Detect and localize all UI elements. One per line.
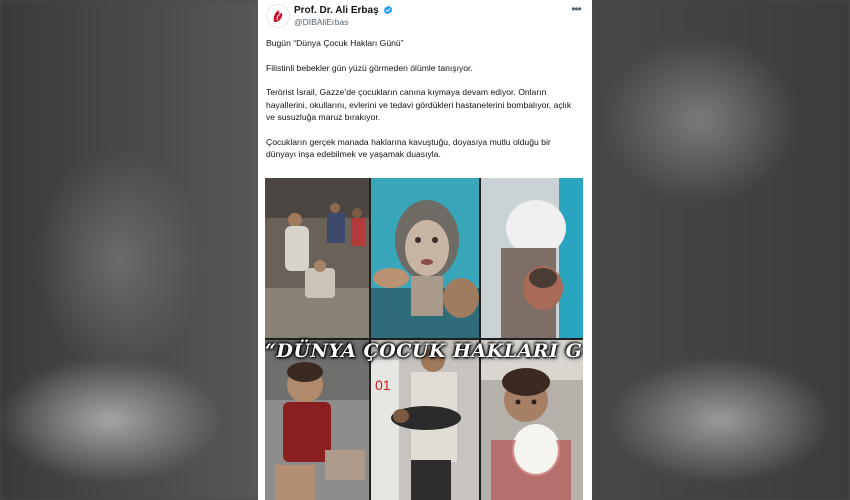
more-options-icon[interactable]: ••• [568, 3, 584, 16]
tweet-card: Prof. Dr. Ali Erbaş @DIBAliErbas ••• Bug… [258, 0, 592, 500]
tweet-paragraph: Terörist İsrail, Gazze’de çocukların can… [266, 87, 572, 122]
photo-child-injured [265, 340, 369, 500]
tweet-paragraph: Çocukların gerçek manada haklarına kavuş… [266, 136, 551, 160]
verified-badge-icon [384, 5, 393, 15]
photo-boy-with-cat [481, 340, 583, 500]
author-handle[interactable]: @DIBAliErbas [294, 17, 348, 27]
media-banner-text: “DÜNYA ÇOCUK HAKLARI GÜNÜ” [265, 340, 583, 362]
tweet-header: Prof. Dr. Ali Erbaş @DIBAliErbas ••• [266, 3, 584, 30]
photo-man-carrying-child: 01 [371, 340, 479, 500]
photo-embrace [481, 178, 583, 338]
photo-crowd [265, 178, 369, 338]
tweet-media-image[interactable]: 01 “DÜNYA ÇOCUK HAKLARI GÜNÜ” [265, 178, 583, 500]
tweet-paragraph: Filistinli bebekler gün yüzü görmeden öl… [266, 62, 473, 73]
tweet-text: Bugün “Dünya Çocuk Hakları Günü” Filisti… [266, 37, 582, 173]
photo-girl [371, 178, 479, 338]
avatar[interactable] [266, 4, 290, 28]
author-name[interactable]: Prof. Dr. Ali Erbaş [294, 5, 379, 16]
avatar-logo-icon [267, 5, 289, 27]
tweet-paragraph: Bugün “Dünya Çocuk Hakları Günü” [266, 38, 404, 48]
author-name-line[interactable]: Prof. Dr. Ali Erbaş [294, 5, 393, 16]
svg-text:01: 01 [375, 377, 391, 393]
